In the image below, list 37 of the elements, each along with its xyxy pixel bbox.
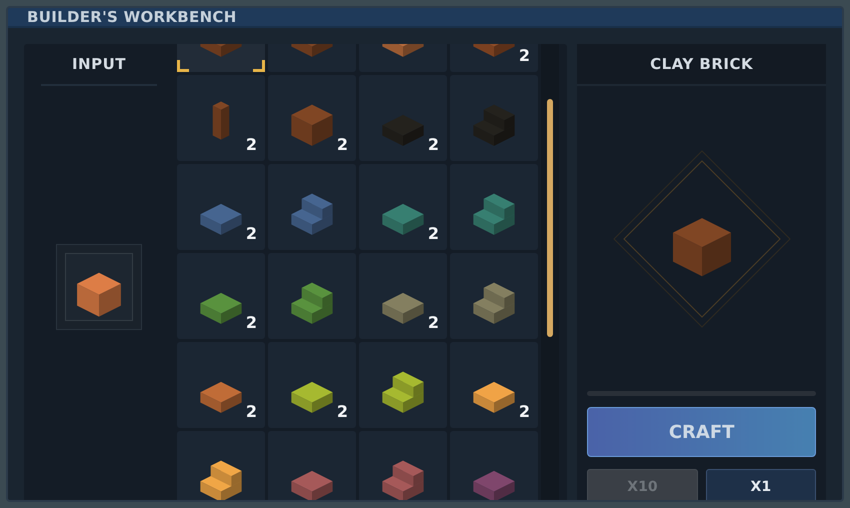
item-count: 2: [428, 313, 439, 332]
diamond-frame-icon: [612, 148, 792, 328]
item-count: 2: [246, 224, 257, 243]
recipe-slot[interactable]: 2: [177, 253, 265, 339]
item-count: 2: [336, 135, 348, 154]
recipe-slot[interactable]: [450, 253, 538, 339]
input-slot[interactable]: [56, 244, 142, 330]
recipe-slot[interactable]: 2: [359, 164, 447, 250]
recipe-slot[interactable]: [450, 164, 538, 250]
scrollbar-track[interactable]: [541, 44, 559, 500]
item-count: 2: [246, 313, 257, 332]
recipe-slot[interactable]: 2: [177, 342, 265, 428]
recipe-slot[interactable]: 2: [450, 44, 538, 72]
item-count: 2: [336, 402, 348, 421]
item-count: 2: [518, 46, 530, 65]
recipe-slot[interactable]: [359, 431, 447, 500]
recipe-slot[interactable]: 2: [450, 342, 538, 428]
recipe-slot[interactable]: [177, 431, 265, 500]
output-title: CLAY BRICK: [650, 55, 754, 73]
window-title: BUILDER'S WORKBENCH: [27, 8, 237, 26]
recipe-slot[interactable]: 2: [268, 75, 356, 161]
item-count: 2: [246, 135, 257, 154]
item-count: 2: [428, 135, 439, 154]
item-count: 2: [518, 402, 530, 421]
scrollbar-thumb[interactable]: [547, 99, 553, 337]
input-heading: INPUT: [72, 55, 126, 73]
recipe-slot[interactable]: 2: [177, 75, 265, 161]
item-count: 2: [428, 224, 439, 243]
recipe-slot[interactable]: [268, 431, 356, 500]
item-count: 2: [246, 402, 257, 421]
recipe-slot[interactable]: [359, 342, 447, 428]
recipe-slot[interactable]: 2: [359, 75, 447, 161]
quantity-button[interactable]: X1: [706, 469, 816, 500]
recipe-slot[interactable]: [268, 253, 356, 339]
recipe-slot[interactable]: 2: [359, 253, 447, 339]
recipe-slot[interactable]: 2: [268, 342, 356, 428]
recipe-slot[interactable]: 2: [177, 164, 265, 250]
